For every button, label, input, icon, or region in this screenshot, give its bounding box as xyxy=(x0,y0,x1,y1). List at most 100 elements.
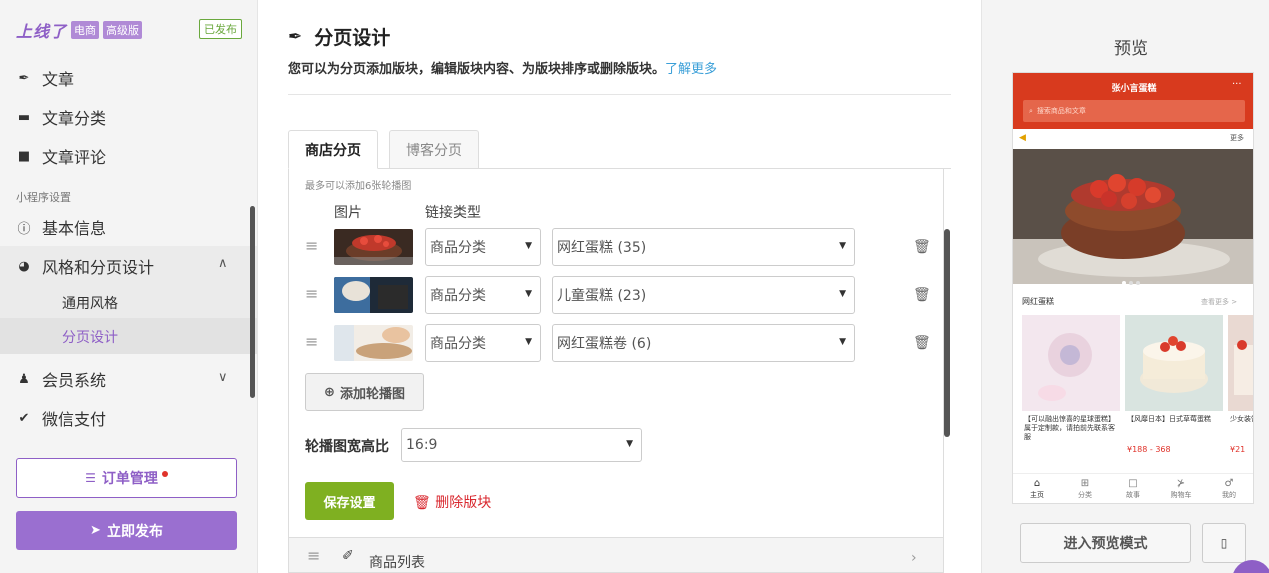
receipt-icon: ☰ xyxy=(85,471,96,485)
sidebar-item-label: 文章分类 xyxy=(42,109,107,128)
shop-name: 张小言蛋糕 xyxy=(1111,84,1157,94)
drag-handle-icon[interactable]: ≡ xyxy=(307,548,320,564)
product-image xyxy=(1125,315,1223,411)
notice-more: 更多 xyxy=(1230,134,1244,142)
link-type-select[interactable]: 商品分类 ▼ xyxy=(425,228,541,266)
book-icon: □ xyxy=(1128,478,1138,489)
block-label: 商品列表 xyxy=(369,555,425,571)
cart-icon: ⊁ xyxy=(1176,478,1186,489)
home-icon: ⌂ xyxy=(1033,478,1041,489)
sidebar-item-label: 文章 xyxy=(42,70,75,89)
phone-tabbar: ⌂ 主页 ⊞ 分类 □ 故事 ⊁ 购物车 ♂ 我的 xyxy=(1013,473,1253,503)
sidebar-item-articles[interactable]: ✒ 文章 xyxy=(16,66,74,90)
link-type-select[interactable]: 商品分类 ▼ xyxy=(425,276,541,314)
product-price: ¥188 - 368 xyxy=(1127,445,1171,454)
phone-search-input: ⌕ 搜索商品和文章 xyxy=(1023,100,1245,122)
link-type-value: 商品分类 xyxy=(430,288,486,304)
add-carousel-button[interactable]: ⊕ 添加轮播图 xyxy=(305,373,424,411)
product-list-block[interactable]: ≡ ✐ 商品列表 › xyxy=(288,537,944,573)
ecommerce-tag: 电商 xyxy=(71,21,100,39)
order-management-button[interactable]: ☰ 订单管理 xyxy=(16,458,237,498)
publish-button-label: 立即发布 xyxy=(106,523,163,540)
drag-handle-icon[interactable]: ≡ xyxy=(305,238,319,254)
app-root: 上线了 电商 高级版 已发布 ✒ 文章 ▬ 文章分类 ■ 文章评论 小程序设置 … xyxy=(0,0,1269,573)
caret-down-icon: ▼ xyxy=(839,241,846,251)
drag-handle-icon[interactable]: ≡ xyxy=(305,334,319,350)
product-image xyxy=(1022,315,1120,411)
caret-down-icon: ▼ xyxy=(525,241,532,251)
plan-tag: 高级版 xyxy=(103,21,143,39)
delete-block-link[interactable]: 🗑 删除版块 xyxy=(413,492,491,512)
phone-tab-label: 故事 xyxy=(1126,491,1140,499)
phone-preview: 张小言蛋糕 ··· ⌕ 搜索商品和文章 ◀ 更多 网红蛋糕 查看更多 > 【可以… xyxy=(1012,72,1254,504)
link-target-select[interactable]: 网红蛋糕卷 (6) ▼ xyxy=(552,324,855,362)
link-target-select[interactable]: 网红蛋糕 (35) ▼ xyxy=(552,228,855,266)
device-toggle-button[interactable]: ▯ xyxy=(1202,523,1246,563)
search-placeholder: 搜索商品和文章 xyxy=(1036,107,1086,115)
sidebar-item-wechat-pay[interactable]: ✔ 微信支付 xyxy=(16,406,106,430)
banner-cake-image xyxy=(1013,149,1253,284)
publish-button[interactable]: ➤ 立即发布 xyxy=(16,511,237,550)
plus-circle-icon: ⊕ xyxy=(324,384,335,400)
chevron-up-icon[interactable]: ∧ xyxy=(218,256,228,271)
carousel-thumbnail[interactable] xyxy=(334,229,413,265)
main-scrollbar[interactable] xyxy=(944,229,950,437)
carousel-thumbnail[interactable] xyxy=(334,277,413,313)
page-description-text: 您可以为分页添加版块，编辑版块内容、为版块排序或删除版块。 xyxy=(288,62,666,77)
notification-dot xyxy=(161,471,168,477)
carousel-thumbnail[interactable] xyxy=(334,325,413,361)
trash-icon[interactable]: 🗑 xyxy=(913,287,931,303)
strawberry-cake-image xyxy=(1125,315,1223,411)
learn-more-link[interactable]: 了解更多 xyxy=(665,62,717,77)
save-settings-button[interactable]: 保存设置 xyxy=(305,482,394,520)
carousel-banner xyxy=(1013,149,1253,284)
page-title: ✒ 分页设计 xyxy=(288,23,390,50)
order-button-label: 订单管理 xyxy=(101,471,158,487)
sidebar-item-basic-info[interactable]: ⓘ 基本信息 xyxy=(16,215,106,239)
caret-down-icon: ▼ xyxy=(839,337,846,347)
link-target-value: 网红蛋糕 (35) xyxy=(557,240,647,256)
sidebar-item-membership[interactable]: ♟ 会员系统 xyxy=(16,367,106,391)
product-image xyxy=(1228,315,1253,411)
sidebar-subitem-general-style[interactable]: 通用风格 xyxy=(62,293,118,313)
tab-blog-page[interactable]: 博客分页 xyxy=(389,130,479,169)
aspect-ratio-label: 轮播图宽高比 xyxy=(305,439,389,455)
trash-icon[interactable]: 🗑 xyxy=(913,239,931,255)
product-name: 【可以融出惊喜的星球蛋糕】属于定制款，请拍前先联系客服 xyxy=(1024,415,1115,441)
caret-down-icon: ▼ xyxy=(626,439,633,449)
user-icon: ♂ xyxy=(1224,478,1234,489)
planet-cake-image xyxy=(1022,315,1120,411)
tab-shop-page[interactable]: 商店分页 xyxy=(288,130,378,169)
tag-icon: ✐ xyxy=(342,548,354,564)
phone-tab-category: ⊞ 分类 xyxy=(1065,477,1105,500)
aspect-ratio-select[interactable]: 16:9 ▼ xyxy=(401,428,642,462)
carousel-row: ≡ 商品分类 ▼ 网红蛋糕 (35) ▼ 🗑 xyxy=(305,228,931,266)
link-target-select[interactable]: 儿童蛋糕 (23) ▼ xyxy=(552,276,855,314)
trash-icon: 🗑 xyxy=(413,495,431,511)
phone-tab-label: 购物车 xyxy=(1170,491,1192,499)
drag-handle-icon[interactable]: ≡ xyxy=(305,286,319,302)
sidebar-subitem-page-design[interactable]: 分页设计 xyxy=(62,327,118,347)
phone-tab-me: ♂ 我的 xyxy=(1209,477,1249,500)
sidebar-item-article-categories[interactable]: ▬ 文章分类 xyxy=(16,105,106,129)
chevron-down-icon[interactable]: ∨ xyxy=(218,370,228,385)
carousel-dot xyxy=(1122,281,1126,285)
brand[interactable]: 上线了 电商 高级版 xyxy=(16,19,143,41)
sidebar-item-label: 文章评论 xyxy=(42,148,107,167)
sidebar-item-style-design[interactable]: ◕ 风格和分页设计 xyxy=(16,254,154,278)
product-card: 少女装饰 ¥21 xyxy=(1228,315,1253,454)
users-icon: ♟ xyxy=(18,371,30,387)
delete-block-label: 删除版块 xyxy=(435,495,492,511)
feather-icon: ✒ xyxy=(18,70,30,86)
phone-tab-home: ⌂ 主页 xyxy=(1017,477,1057,500)
grid-icon: ⊞ xyxy=(1080,478,1090,489)
sidebar-scrollbar[interactable] xyxy=(250,206,255,398)
trash-icon[interactable]: 🗑 xyxy=(913,335,931,351)
sidebar-item-label: 微信支付 xyxy=(42,410,107,429)
link-target-value: 儿童蛋糕 (23) xyxy=(557,288,647,304)
preview-title: 预览 xyxy=(1114,39,1148,59)
link-type-select[interactable]: 商品分类 ▼ xyxy=(425,324,541,362)
enter-preview-mode-button[interactable]: 进入预览模式 xyxy=(1020,523,1191,563)
carousel-hint: 最多可以添加6张轮播图 xyxy=(305,181,412,192)
sidebar-item-article-comments[interactable]: ■ 文章评论 xyxy=(16,144,106,168)
